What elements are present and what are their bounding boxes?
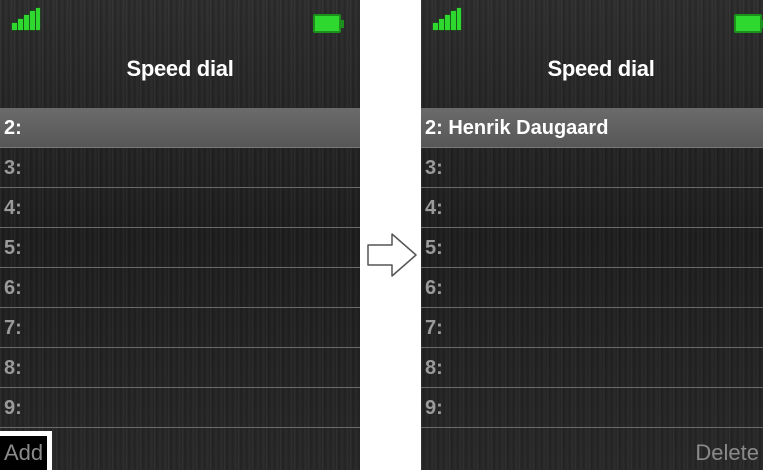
- battery-full-icon: [734, 14, 763, 33]
- speed-dial-entry-7[interactable]: 7:: [421, 308, 763, 348]
- speed-dial-entry-6[interactable]: 6:: [0, 268, 360, 308]
- signal-strength-icon: [433, 8, 463, 30]
- entry-number: 7:: [425, 317, 443, 339]
- speed-dial-entry-3[interactable]: 3:: [0, 148, 360, 188]
- entry-number: 5:: [425, 237, 443, 259]
- battery-full-icon: [313, 14, 344, 33]
- speed-dial-entry-6[interactable]: 6:: [421, 268, 763, 308]
- speed-dial-entry-9[interactable]: 9:: [421, 388, 763, 428]
- speed-dial-list: 2: 3: 4: 5: 6: 7: 8: 9:: [0, 108, 360, 428]
- speed-dial-list: 2: Henrik Daugaard 3: 4: 5: 6: 7: 8: 9:: [421, 108, 763, 428]
- entry-number: 2:: [4, 117, 22, 139]
- entry-number: 4:: [425, 197, 443, 219]
- speed-dial-entry-8[interactable]: 8:: [0, 348, 360, 388]
- speed-dial-entry-3[interactable]: 3:: [421, 148, 763, 188]
- page-title: Speed dial: [547, 56, 655, 81]
- entry-number: 8:: [4, 357, 22, 379]
- entry-number: 7:: [4, 317, 22, 339]
- speed-dial-entry-2[interactable]: 2:: [0, 108, 360, 148]
- speed-dial-entry-9[interactable]: 9:: [0, 388, 360, 428]
- page-title: Speed dial: [126, 56, 234, 81]
- entry-number: 3:: [4, 157, 22, 179]
- speed-dial-entry-5[interactable]: 5:: [421, 228, 763, 268]
- speed-dial-entry-5[interactable]: 5:: [0, 228, 360, 268]
- delete-softkey-button[interactable]: Delete: [691, 436, 763, 470]
- speed-dial-entry-4[interactable]: 4:: [0, 188, 360, 228]
- entry-number: 3:: [425, 157, 443, 179]
- entry-number: 6:: [425, 277, 443, 299]
- speed-dial-entry-4[interactable]: 4:: [421, 188, 763, 228]
- signal-strength-icon: [12, 8, 42, 30]
- speed-dial-entry-7[interactable]: 7:: [0, 308, 360, 348]
- entry-name: Henrik Daugaard: [448, 117, 609, 139]
- speed-dial-entry-8[interactable]: 8:: [421, 348, 763, 388]
- speed-dial-screen-before: Speed dial 2: 3: 4: 5: 6: 7: 8: 9: Add: [0, 0, 360, 470]
- entry-number: 8:: [425, 357, 443, 379]
- entry-number: 6:: [4, 277, 22, 299]
- entry-number: 2:: [425, 117, 443, 139]
- arrow-right-icon: [367, 233, 417, 277]
- entry-number: 9:: [425, 397, 443, 419]
- entry-number: 9:: [4, 397, 22, 419]
- speed-dial-screen-after: Speed dial 2: Henrik Daugaard 3: 4: 5: 6…: [421, 0, 763, 470]
- add-softkey-button[interactable]: Add: [0, 431, 53, 470]
- entry-number: 4:: [4, 197, 22, 219]
- speed-dial-entry-2[interactable]: 2: Henrik Daugaard: [421, 108, 763, 148]
- entry-number: 5:: [4, 237, 22, 259]
